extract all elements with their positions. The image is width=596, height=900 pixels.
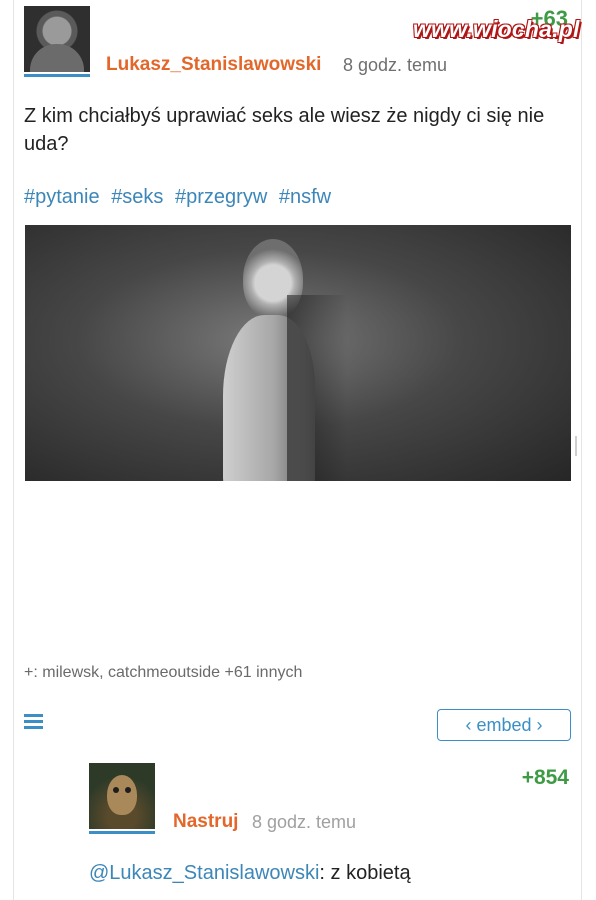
watermark: www.wiocha.pl xyxy=(413,16,580,42)
comment-vote-count[interactable]: +854 xyxy=(522,766,569,790)
hamburger-icon[interactable] xyxy=(24,714,43,730)
avatar-figure xyxy=(30,44,84,72)
tag-link[interactable]: #nsfw xyxy=(279,186,331,208)
image-scrollbar xyxy=(575,436,577,456)
post-body: Z kim chciałbyś uprawiać seks ale wiesz … xyxy=(24,105,545,155)
comment-text: : z kobietą xyxy=(319,862,411,884)
embed-button[interactable]: ‹ embed › xyxy=(437,709,571,741)
tag-link[interactable]: #przegryw xyxy=(175,186,267,208)
author-avatar[interactable] xyxy=(24,6,90,72)
author-username[interactable]: Lukasz_Stanislawowski xyxy=(106,54,321,76)
left-border xyxy=(13,0,14,900)
avatar-underline xyxy=(24,74,90,77)
avatar-creature xyxy=(107,775,137,815)
right-border xyxy=(581,0,582,900)
comment-body: @Lukasz_Stanislawowski: z kobietą xyxy=(89,862,411,885)
comment-username[interactable]: Nastruj xyxy=(173,811,238,833)
tag-link[interactable]: #pytanie xyxy=(24,186,100,208)
post-image[interactable] xyxy=(25,225,571,481)
plus-voters[interactable]: +: milewsk, catchmeoutside +61 innych xyxy=(24,664,302,682)
post-tags: #pytanie #seks #przegryw #nsfw xyxy=(24,186,337,209)
comment-avatar[interactable] xyxy=(89,763,155,829)
comment-mention[interactable]: @Lukasz_Stanislawowski xyxy=(89,862,319,884)
tag-link[interactable]: #seks xyxy=(111,186,163,208)
comment-time[interactable]: 8 godz. temu xyxy=(252,812,356,833)
post-time[interactable]: 8 godz. temu xyxy=(343,55,447,76)
photo-shadow xyxy=(287,295,347,481)
comment-avatar-underline xyxy=(89,831,155,834)
